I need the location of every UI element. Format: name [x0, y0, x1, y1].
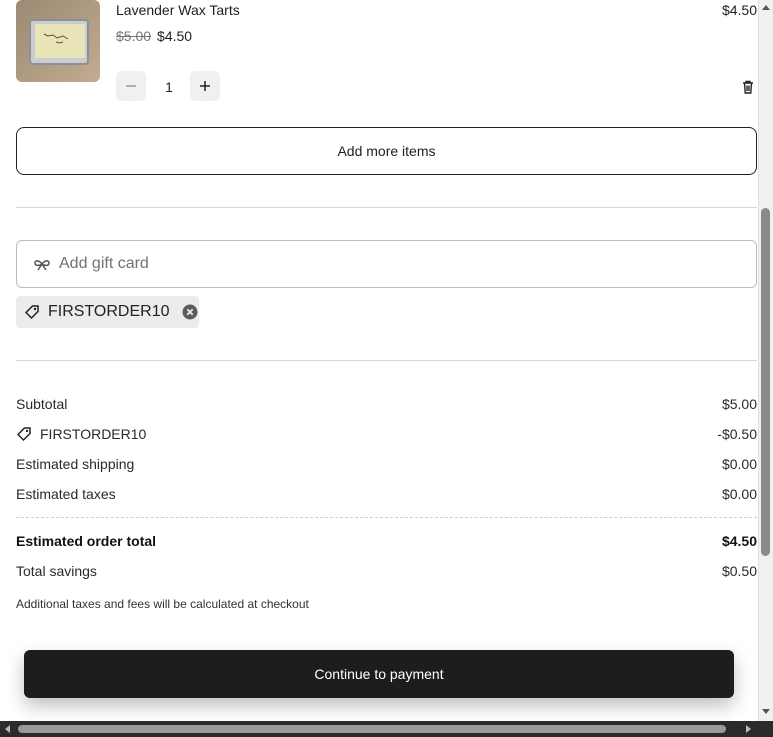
subtotal-row: Subtotal $5.00: [16, 394, 757, 414]
total-label: Estimated order total: [16, 533, 157, 549]
applied-discount-chip: FIRSTORDER10: [16, 296, 199, 328]
tag-icon: [16, 427, 31, 442]
scroll-left-icon[interactable]: [2, 724, 12, 734]
tag-icon: [24, 305, 39, 320]
total-value: $4.50: [721, 533, 757, 549]
shipping-row: Estimated shipping $0.00: [16, 454, 757, 474]
minus-icon: [126, 85, 136, 87]
product-image: [16, 0, 100, 82]
plus-icon: [200, 81, 210, 91]
divider: [16, 360, 757, 361]
scroll-down-icon[interactable]: [760, 707, 772, 717]
line-total: $4.50: [721, 2, 757, 18]
divider: [16, 207, 757, 208]
shipping-label: Estimated shipping: [16, 456, 135, 472]
gift-card-input[interactable]: Add gift card: [16, 240, 757, 288]
scroll-up-icon[interactable]: [760, 2, 772, 12]
vertical-scroll-thumb[interactable]: [761, 208, 770, 556]
original-price: $5.00: [116, 28, 152, 44]
remove-item-button[interactable]: [740, 79, 758, 97]
shipping-value: $0.00: [721, 456, 757, 472]
close-circle-icon[interactable]: [182, 304, 198, 320]
increase-quantity-button[interactable]: [190, 71, 220, 101]
continue-to-payment-button[interactable]: Continue to payment: [24, 650, 734, 698]
price-row: $5.00 $4.50: [116, 28, 192, 44]
gift-bow-icon: [34, 260, 50, 271]
checkout-note: Additional taxes and fees will be calcul…: [16, 597, 309, 611]
discount-value: -$0.50: [717, 426, 757, 442]
sale-price: $4.50: [157, 28, 193, 44]
taxes-value: $0.00: [721, 486, 757, 502]
dashed-divider: [16, 517, 757, 518]
quantity-value: 1: [165, 79, 173, 95]
horizontal-scroll-thumb[interactable]: [18, 725, 726, 733]
savings-row: Total savings $0.50: [16, 561, 757, 581]
discount-label: FIRSTORDER10: [40, 426, 147, 442]
add-more-items-button[interactable]: Add more items: [16, 127, 757, 175]
gift-card-placeholder: Add gift card: [59, 255, 149, 272]
trash-icon: [743, 80, 753, 94]
discount-row: FIRSTORDER10 -$0.50: [16, 424, 757, 444]
taxes-label: Estimated taxes: [16, 486, 116, 502]
savings-value: $0.50: [721, 563, 757, 579]
decrease-quantity-button[interactable]: [116, 71, 146, 101]
product-title[interactable]: Lavender Wax Tarts: [116, 2, 240, 18]
order-total-row: Estimated order total $4.50: [16, 531, 757, 551]
subtotal-value: $5.00: [721, 396, 757, 412]
scroll-right-icon[interactable]: [744, 724, 754, 734]
discount-code: FIRSTORDER10: [48, 303, 170, 320]
savings-label: Total savings: [16, 563, 97, 579]
taxes-row: Estimated taxes $0.00: [16, 484, 757, 504]
subtotal-label: Subtotal: [16, 396, 68, 412]
